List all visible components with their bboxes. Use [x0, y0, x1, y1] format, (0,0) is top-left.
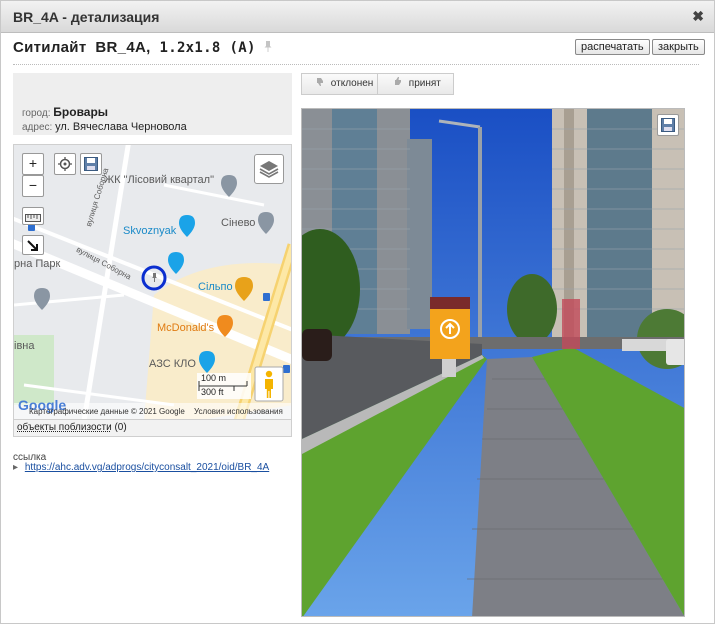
product-name: Ситилайт	[13, 39, 87, 56]
close-icon[interactable]: ✖	[692, 8, 704, 25]
photo-image	[302, 109, 684, 616]
map-label-zhk: ЖК "Лісовий квартал"	[104, 174, 214, 186]
address-label: адрес:	[22, 122, 53, 133]
map-terms-link[interactable]: Условия использования	[194, 407, 283, 416]
scale-meters: 100 m	[201, 373, 227, 383]
map-label-sineva: Сінево	[221, 217, 256, 229]
object-url-link[interactable]: https://ahc.adv.vg/adprogs/cityconsalt_2…	[25, 462, 269, 473]
address-box: город: Бровары адрес: ул. Вячеслава Черн…	[13, 73, 292, 135]
map-label-skoznyak: Skvoznyak	[123, 225, 177, 237]
accepted-button[interactable]: принят	[378, 74, 454, 94]
address-value: ул. Вячеслава Черновола	[55, 121, 187, 133]
object-size: 1.2x1.8	[159, 40, 221, 56]
scale-feet: 300 ft	[201, 387, 224, 397]
vote-group: отклонен принят	[301, 73, 454, 95]
save-photo-icon[interactable]	[657, 114, 679, 136]
title-bar: BR_4A - детализация ✖	[1, 1, 714, 33]
billboard-photo	[301, 108, 685, 617]
map-attribution: Картографические данные © 2021 Google	[29, 407, 185, 416]
nearby-bar: объекты поблизости (0)	[13, 420, 292, 437]
map-label-park: рна Парк	[14, 258, 61, 270]
page-title: Ситилайт BR_4A, 1.2x1.8 (A)	[13, 39, 272, 56]
pin-icon[interactable]	[264, 41, 272, 55]
map-view[interactable]: + − ЖК "Лісовий квартал" Сінево Skvoznya…	[13, 144, 292, 420]
nearby-count: (0)	[114, 422, 127, 433]
ruler-icon[interactable]	[22, 207, 44, 225]
rejected-button[interactable]: отклонен	[302, 74, 378, 94]
map-label-mcdonalds: McDonald's	[157, 322, 215, 334]
expand-icon[interactable]	[22, 235, 44, 255]
map-background	[14, 145, 291, 419]
close-button[interactable]: закрыть	[652, 39, 705, 55]
print-button[interactable]: распечатать	[575, 39, 650, 55]
map-label-azs: АЗС КЛО	[149, 358, 196, 370]
thumbs-down-icon	[316, 78, 328, 89]
zoom-in-button[interactable]: +	[22, 153, 44, 175]
zoom-out-button[interactable]: −	[22, 175, 44, 197]
address-row: адрес: ул. Вячеслава Черновола	[22, 121, 187, 133]
city-row: город: Бровары	[22, 105, 108, 119]
divider	[13, 64, 699, 65]
object-side: (A)	[229, 40, 256, 56]
link-row: ▸ https://ahc.adv.vg/adprogs/cityconsalt…	[13, 462, 269, 473]
map-label-silpo: Сільпо	[198, 281, 233, 293]
nearby-link[interactable]: объекты поблизости	[17, 422, 112, 433]
window-title: BR_4A - детализация	[13, 9, 160, 25]
layers-icon[interactable]	[254, 154, 284, 184]
city-value: Бровары	[53, 105, 109, 119]
bullet-icon: ▸	[13, 462, 19, 473]
detail-dialog: BR_4A - детализация ✖ Ситилайт BR_4A, 1.…	[0, 0, 715, 624]
map-label-vivna: івна	[14, 340, 35, 352]
rejected-label: отклонен	[330, 78, 374, 89]
save-icon[interactable]	[80, 153, 102, 175]
target-icon[interactable]	[54, 153, 76, 175]
object-code: BR_4A,	[95, 39, 151, 56]
accepted-label: принят	[408, 78, 441, 89]
thumbs-up-icon	[394, 77, 406, 89]
city-label: город:	[22, 108, 51, 119]
